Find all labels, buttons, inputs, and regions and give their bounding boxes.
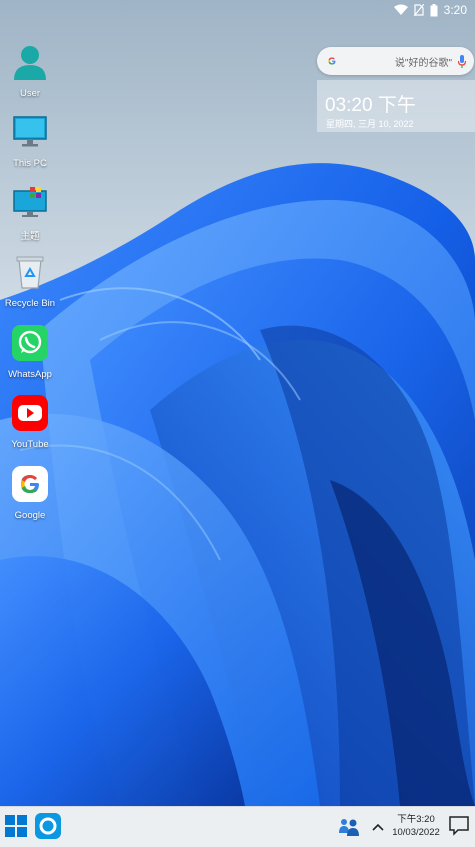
- desktop-icon-label: 主题: [20, 231, 40, 242]
- desktop-icon-this-pc[interactable]: This PC: [0, 112, 60, 169]
- search-placeholder: 说"好的谷歌": [394, 57, 452, 69]
- notification-button[interactable]: [449, 816, 469, 836]
- taskbar: 下午3:20 10/03/2022: [0, 806, 475, 847]
- start-button[interactable]: [5, 815, 27, 837]
- wifi-icon: [393, 4, 408, 15]
- desktop-icon-whatsapp[interactable]: WhatsApp: [0, 323, 60, 380]
- chevron-up-icon: [372, 823, 384, 831]
- status-bar: 3:20: [393, 0, 475, 20]
- taskbar-date: 10/03/2022: [392, 827, 440, 838]
- taskbar-time: 下午3:20: [397, 814, 435, 825]
- no-sim-icon: [413, 4, 424, 16]
- cortana-icon: [35, 813, 61, 839]
- notification-icon: [449, 816, 469, 836]
- desktop-icon-recycle-bin[interactable]: Recycle Bin: [0, 252, 60, 309]
- recycle-bin-icon: [10, 252, 50, 292]
- desktop-icon-label: YouTube: [11, 439, 49, 450]
- clock-date: 星期四, 三月 10, 2022: [326, 119, 414, 129]
- taskbar-clock[interactable]: 下午3:20 10/03/2022: [386, 813, 446, 839]
- show-hidden-icons-button[interactable]: [370, 819, 386, 835]
- youtube-icon: [10, 393, 50, 433]
- clock-time: 03:20 下午: [325, 95, 416, 116]
- desktop-icon-theme[interactable]: 主题: [0, 182, 60, 242]
- desktop-icon-label: WhatsApp: [8, 369, 52, 380]
- desktop-icon-google[interactable]: Google: [0, 464, 60, 521]
- battery-icon: [430, 3, 438, 16]
- google-icon: [10, 464, 50, 504]
- people-button[interactable]: [337, 816, 361, 838]
- microphone-icon[interactable]: [458, 54, 466, 68]
- whatsapp-icon: [10, 323, 50, 363]
- search-button[interactable]: [35, 813, 61, 839]
- people-icon: [339, 819, 359, 836]
- desktop-icon-label: Google: [14, 510, 46, 521]
- desktop-icon-label: Recycle Bin: [4, 298, 56, 309]
- desktop-icon-label: User: [19, 88, 41, 99]
- theme-icon: [10, 182, 50, 222]
- status-time: 3:20: [443, 3, 467, 17]
- monitor-icon: [10, 112, 50, 152]
- clock-widget[interactable]: 03:20 下午 星期四, 三月 10, 2022: [317, 80, 475, 132]
- google-g-icon: [328, 57, 336, 65]
- desktop-icon-user[interactable]: User: [0, 42, 60, 99]
- windows-logo-icon: [5, 815, 27, 837]
- user-icon: [10, 42, 50, 82]
- desktop-icon-youtube[interactable]: YouTube: [0, 393, 60, 450]
- desktop-icon-label: This PC: [13, 158, 47, 169]
- google-search-widget[interactable]: 说"好的谷歌": [317, 47, 474, 75]
